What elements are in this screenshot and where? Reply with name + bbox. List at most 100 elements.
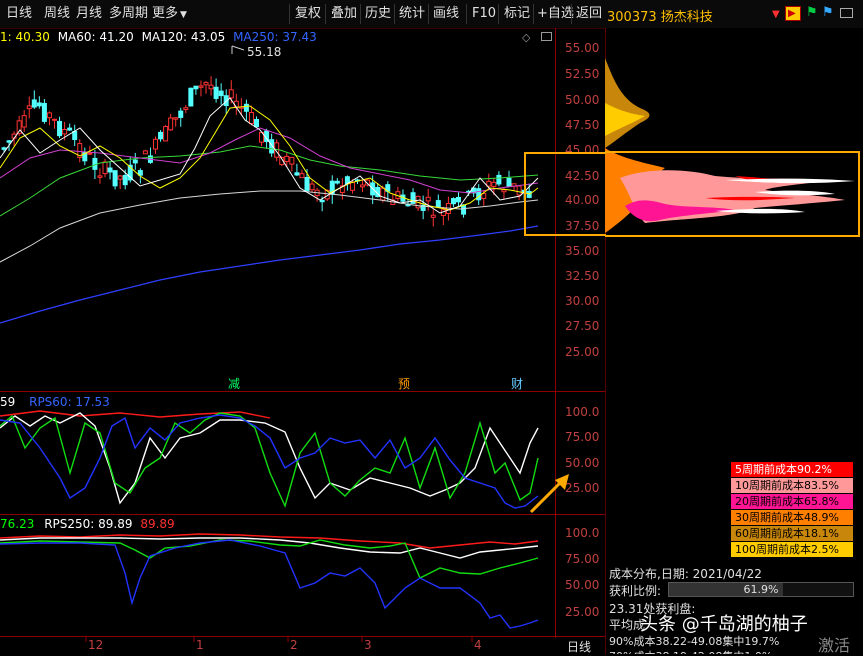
candle-body <box>450 198 456 205</box>
period-label[interactable]: 日线 <box>567 638 591 655</box>
x-axis-ticks <box>85 636 473 642</box>
candle-body <box>294 172 300 176</box>
blue-flag-icon[interactable]: ⚑ <box>822 5 834 20</box>
event-marker-reduce: 减 <box>228 377 240 391</box>
candle-body <box>117 175 123 180</box>
tab-more[interactable]: 更多 <box>152 5 178 23</box>
candle-body <box>26 105 32 110</box>
draw-line-button[interactable]: 画线 <box>433 5 459 23</box>
restore-rights-button[interactable]: 复权 <box>295 5 321 23</box>
chart-toolbar: 日线 周线 月线 多周期 更多 ▼ 复权 叠加 历史 统计 画线 F10 标记 … <box>0 0 605 29</box>
candle-body <box>46 112 52 119</box>
candle-body <box>243 103 249 112</box>
candle-body <box>183 107 189 111</box>
activate-text: 激活 <box>818 636 851 655</box>
y-tick: 52.50 <box>565 67 600 81</box>
candle-body <box>506 177 512 187</box>
candle-body <box>284 155 290 163</box>
candle-body <box>31 99 37 108</box>
profit-ratio-label: 获利比例: <box>609 584 662 598</box>
candle-body <box>203 81 209 86</box>
add-watchlist-button[interactable]: +自选 <box>537 5 574 23</box>
candle-body <box>107 167 113 173</box>
window-toggle-icon[interactable] <box>840 8 853 18</box>
cost-legend-row: 60周期前成本18.1% <box>731 526 853 541</box>
tab-weekly[interactable]: 周线 <box>44 5 70 23</box>
candle-body <box>289 156 295 165</box>
cost-legend-row: 20周期前成本65.8% <box>731 494 853 509</box>
candle-body <box>319 199 325 203</box>
candle-body <box>456 196 461 203</box>
y-tick: 27.50 <box>565 319 600 333</box>
candle-body <box>228 89 234 99</box>
candle-body <box>52 118 57 121</box>
candle-body <box>334 180 340 184</box>
y-tick: 100.0 <box>565 405 600 419</box>
candle-body <box>153 138 158 150</box>
candle-body <box>501 189 507 193</box>
stock-code-name: 300373 扬杰科技 <box>607 10 713 25</box>
candle-body <box>102 161 108 175</box>
price-chart: 55.18 减 预 财 <box>0 45 539 629</box>
back-button[interactable]: 返回 <box>576 5 602 23</box>
f10-button[interactable]: F10 <box>472 5 496 23</box>
mark-button[interactable]: 标记 <box>504 5 530 23</box>
tab-daily[interactable]: 日线 <box>6 5 32 23</box>
candle-body <box>435 200 441 208</box>
candle-body <box>36 102 42 107</box>
candle-body <box>309 183 315 191</box>
cost-legend-row: 5周期前成本90.2% <box>731 462 853 477</box>
candle-body <box>516 185 522 196</box>
candle-body <box>72 131 78 141</box>
candle-body <box>173 117 179 120</box>
cost-legend-row: 30周期前成本48.9% <box>731 510 853 525</box>
y-tick: 75.00 <box>565 552 600 566</box>
profit-ratio-bar: 61.9% <box>668 582 854 597</box>
event-marker-financial: 财 <box>511 377 523 391</box>
candle-body <box>6 140 12 143</box>
rps2-red-line <box>0 533 539 549</box>
candle-body <box>62 128 68 135</box>
candle-body <box>425 196 431 202</box>
y-tick: 100.0 <box>565 526 600 540</box>
history-button[interactable]: 历史 <box>365 5 391 23</box>
tab-multi-period[interactable]: 多周期 <box>109 5 148 23</box>
candle-body <box>1 147 7 150</box>
y-tick: 55.00 <box>565 41 600 55</box>
flag-icon[interactable]: ▼ <box>772 9 780 20</box>
overlay-button[interactable]: 叠加 <box>331 5 357 23</box>
candle-body <box>360 184 366 188</box>
candle-body <box>168 117 174 131</box>
ma10-line <box>0 105 539 211</box>
candle-body <box>21 115 27 128</box>
watermark-text: 头条 @千岛湖的柚子 <box>640 614 808 635</box>
more-dropdown-icon[interactable]: ▼ <box>180 6 187 24</box>
cost-legend-row: 10周期前成本83.5% <box>731 478 853 493</box>
candle-body <box>97 175 103 178</box>
candle-body <box>254 118 259 128</box>
y-tick: 25.00 <box>565 605 600 619</box>
candle-body <box>142 150 148 155</box>
tab-monthly[interactable]: 月线 <box>76 5 102 23</box>
y-tick: 75.00 <box>565 430 600 444</box>
app-logo-icon[interactable]: ▶ <box>785 6 801 21</box>
chip-info-line6: 70%成本38.19-42.08集中1.0% <box>609 648 772 654</box>
chip-100-layer <box>605 58 650 148</box>
candle-body <box>496 174 502 185</box>
y-tick: 50.00 <box>565 93 600 107</box>
candle-body <box>67 127 73 131</box>
candle-body <box>380 187 386 201</box>
candle-body <box>198 85 204 88</box>
candle-body <box>132 159 138 164</box>
candle-body <box>349 182 355 191</box>
candle-body <box>491 181 497 187</box>
ma250-line <box>0 225 539 324</box>
y-tick: 50.00 <box>565 456 600 470</box>
y-axis-divider <box>555 28 556 638</box>
candle-body <box>299 173 305 179</box>
candle-body <box>178 110 184 118</box>
candle-body <box>486 180 492 187</box>
y-tick: 50.00 <box>565 578 600 592</box>
statistics-button[interactable]: 统计 <box>399 5 425 23</box>
green-flag-icon[interactable]: ⚑ <box>806 5 818 20</box>
